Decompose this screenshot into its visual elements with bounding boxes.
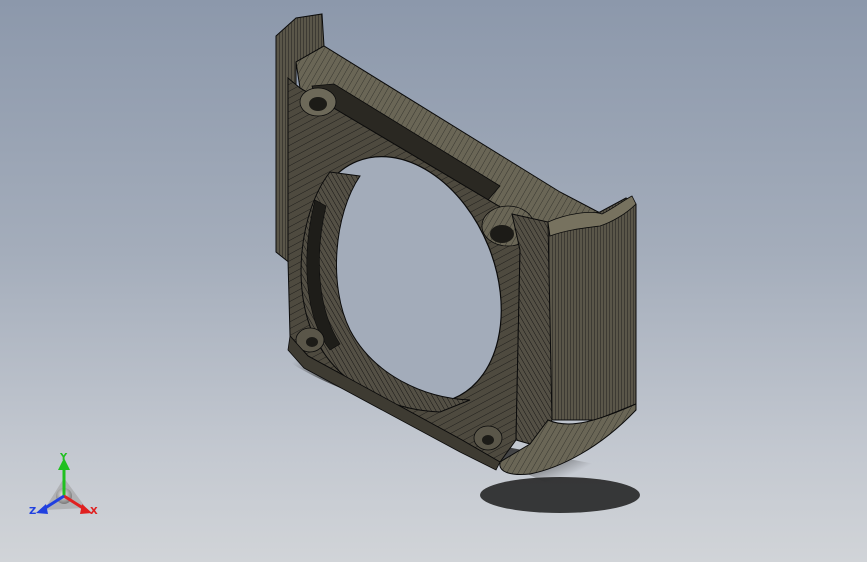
screw-boss-top-left[interactable] bbox=[299, 87, 337, 117]
fan-shroud-3d-model[interactable] bbox=[274, 13, 637, 475]
axis-triad[interactable]: Y X Z bbox=[29, 452, 98, 517]
viewport-canvas[interactable]: Y X Z bbox=[0, 0, 867, 562]
triad-x-label: X bbox=[90, 506, 98, 517]
cad-graphics-viewport[interactable]: Y X Z bbox=[0, 0, 867, 562]
screw-boss-bottom-right[interactable] bbox=[473, 425, 503, 451]
triad-z-label: Z bbox=[29, 506, 36, 517]
triad-y-label: Y bbox=[59, 452, 68, 463]
triad-z-arrowhead bbox=[36, 504, 48, 514]
